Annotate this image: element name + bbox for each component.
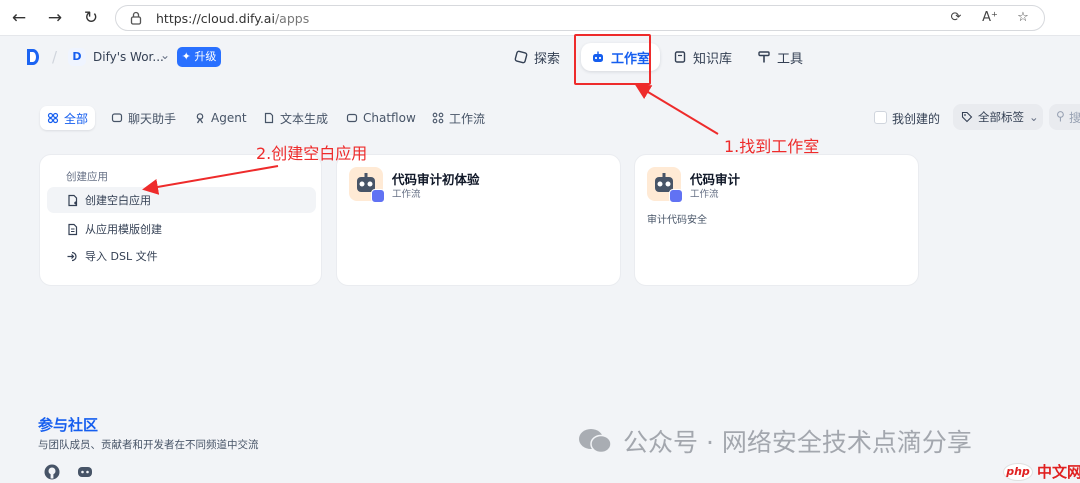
chevron-down-icon[interactable]: ⌄ (160, 48, 170, 62)
workflow-badge-icon (669, 189, 683, 203)
nav-tools[interactable]: 工具 (757, 44, 803, 70)
app-card[interactable]: 代码审计 工作流 审计代码安全 (634, 154, 919, 286)
chatflow-icon (346, 113, 358, 123)
search-placeholder: 搜 (1069, 111, 1080, 125)
reload-icon[interactable]: ↻ (80, 7, 102, 29)
url-text: https://cloud.dify.ai/apps (156, 11, 310, 26)
filter-tab-chat[interactable]: 聊天助手 (104, 106, 183, 130)
chevron-down-icon: ⌄ (1029, 110, 1039, 124)
agent-icon (196, 113, 204, 124)
app-card[interactable]: 代码审计初体验 工作流 (336, 154, 621, 286)
nav-knowledge[interactable]: 知识库 (673, 44, 732, 70)
create-blank-app-button[interactable]: 创建空白应用 (47, 187, 316, 213)
chat-bubble-icon (111, 113, 123, 123)
nav-explore[interactable]: 探索 (514, 44, 560, 70)
arrow-to-studio (634, 83, 719, 135)
filter-tab-all[interactable]: 全部 (40, 106, 96, 130)
created-by-me-label: 我创建的 (892, 112, 941, 126)
workflow-icon (432, 112, 444, 124)
annotation-step-2: 2.创建空白应用 (256, 144, 368, 163)
discord-icon[interactable] (76, 463, 94, 481)
app-type: 工作流 (690, 189, 719, 200)
document-icon (264, 112, 274, 124)
new-file-icon (68, 194, 78, 206)
back-arrow-icon[interactable]: ← (8, 7, 30, 29)
app-type: 工作流 (392, 189, 421, 200)
annotation-step-1: 1.找到工作室 (724, 137, 820, 156)
browser-toolbar: ← → ↻ https://cloud.dify.ai/apps ⟳ A⁺ ☆ (0, 0, 1080, 36)
create-app-card: 创建应用 创建空白应用 从应用模版创建 导入 DSL 文件 (39, 154, 322, 286)
address-bar[interactable]: https://cloud.dify.ai/apps ⟳ A⁺ ☆ (115, 5, 1045, 31)
filter-tab-workflow[interactable]: 工作流 (425, 106, 492, 130)
create-app-title: 创建应用 (66, 171, 108, 183)
created-by-me-checkbox[interactable] (874, 111, 887, 124)
wechat-watermark: 公众号 · 网络安全技术点滴分享 (577, 423, 972, 459)
create-from-template-button[interactable]: 从应用模版创建 (47, 216, 316, 242)
filter-tab-text-generation[interactable]: 文本生成 (256, 106, 335, 130)
php-cn-badge: php 中文网 (1003, 461, 1080, 482)
community-title: 参与社区 (38, 416, 99, 434)
header-separator: / (52, 48, 58, 66)
workspace-avatar[interactable]: D (68, 48, 86, 66)
search-input[interactable]: ⚲ 搜 (1049, 104, 1080, 130)
tag-icon (961, 111, 973, 123)
book-icon (674, 51, 686, 63)
grid-icon (47, 112, 59, 124)
github-icon[interactable] (43, 463, 61, 481)
filter-tab-agent[interactable]: Agent (187, 106, 254, 130)
import-dsl-button[interactable]: 导入 DSL 文件 (47, 243, 316, 269)
upgrade-button[interactable]: ✦ 升级 (177, 47, 221, 67)
filter-tab-chatflow[interactable]: Chatflow (339, 106, 423, 130)
template-icon (68, 223, 78, 235)
tags-filter-dropdown[interactable]: 全部标签 ⌄ (953, 104, 1043, 130)
lock-icon (130, 11, 142, 25)
workspace-name[interactable]: Dify's Wor... (93, 50, 164, 64)
app-description: 审计代码安全 (647, 215, 707, 226)
wechat-icon (579, 429, 612, 454)
php-site-label: 中文网 (1037, 463, 1080, 481)
hammer-icon (758, 51, 770, 63)
php-logo: php (1003, 462, 1033, 481)
read-aloud-icon[interactable]: A⁺ (981, 9, 999, 27)
translate-icon[interactable]: ⟳ (947, 9, 965, 27)
forward-arrow-icon[interactable]: → (44, 7, 66, 29)
compass-icon (514, 50, 528, 64)
studio-highlight-box (574, 34, 651, 85)
community-subtitle: 与团队成员、贡献者和开发者在不同频道中交流 (38, 439, 259, 451)
search-icon: ⚲ (1056, 109, 1065, 123)
import-icon (67, 251, 77, 261)
favorite-star-icon[interactable]: ☆ (1014, 9, 1032, 27)
workflow-badge-icon (371, 189, 385, 203)
dify-logo[interactable] (26, 48, 40, 66)
